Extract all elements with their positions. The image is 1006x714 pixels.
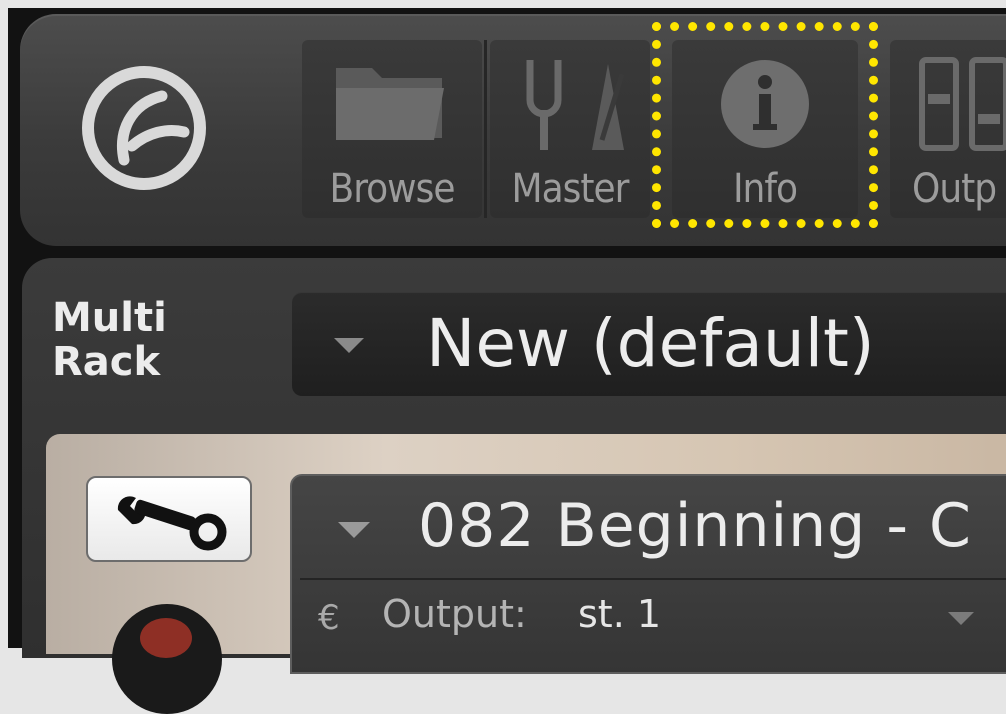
divider — [300, 578, 1006, 580]
browse-label: Browse — [329, 166, 456, 212]
output-label: Output: — [382, 592, 527, 636]
faders-icon — [919, 57, 1006, 151]
tuning-fork-metronome-icon — [526, 60, 625, 150]
output-dropdown-arrow-icon[interactable] — [948, 612, 974, 625]
info-highlight-marker — [652, 22, 878, 228]
instrument-edit-button[interactable] — [86, 476, 252, 562]
chevron-down-icon[interactable] — [338, 522, 370, 538]
instrument-name[interactable]: 082 Beginning - C — [418, 490, 972, 562]
multi-rack-title: Multi Rack — [52, 296, 167, 384]
master-label: Master — [511, 166, 630, 212]
wrench-icon — [117, 496, 227, 551]
output-icon: € — [318, 598, 340, 638]
app-logo-icon — [82, 66, 206, 190]
master-button[interactable]: Master — [490, 40, 650, 218]
multi-preset-name: New (default) — [426, 305, 875, 382]
output-value[interactable]: st. 1 — [578, 592, 661, 636]
outputs-button[interactable]: Outp — [890, 40, 1006, 218]
multi-rack-title-line2: Rack — [52, 339, 161, 385]
browse-button[interactable]: Browse — [302, 40, 482, 218]
multi-rack-title-line1: Multi — [52, 295, 167, 341]
chevron-down-icon[interactable] — [334, 338, 364, 353]
folder-icon — [336, 68, 444, 140]
instrument-avatar — [112, 604, 222, 714]
outputs-label: Outp — [912, 166, 997, 212]
toolbar-separator — [484, 40, 487, 218]
